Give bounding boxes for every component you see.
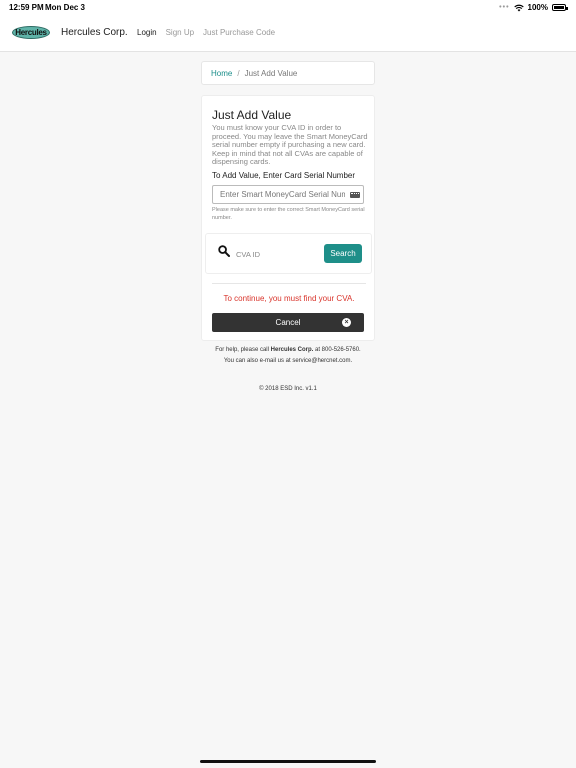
help-suffix: at 800-526-5760. — [315, 347, 361, 353]
nav-just-purchase-code-link[interactable]: Just Purchase Code — [203, 28, 275, 37]
instructions-text: You must know your CVA ID in order to pr… — [212, 123, 368, 167]
help-prefix: For help, please call — [215, 347, 269, 353]
logo-text: Hercules — [15, 28, 47, 37]
help-phone-line: For help, please call Hercules Corp. at … — [0, 345, 576, 356]
breadcrumb-home-link[interactable]: Home — [211, 69, 232, 78]
breadcrumb-separator: / — [237, 69, 240, 78]
status-right: ••• 100% — [499, 3, 568, 12]
serial-number-label: To Add Value, Enter Card Serial Number — [212, 171, 356, 180]
navbar: Hercules Hercules Corp. Login Sign Up Ju… — [0, 14, 576, 52]
just-add-value-card: Just Add Value You must know your CVA ID… — [201, 95, 375, 341]
page-title: Just Add Value — [212, 108, 292, 122]
nav-signup-link[interactable]: Sign Up — [166, 28, 194, 37]
breadcrumb-current: Just Add Value — [244, 69, 298, 78]
serial-number-input[interactable] — [212, 185, 364, 204]
hercules-logo[interactable]: Hercules — [12, 26, 50, 39]
home-indicator[interactable] — [200, 760, 376, 763]
battery-icon — [552, 4, 568, 11]
help-company: Hercules Corp. — [270, 347, 314, 353]
search-button[interactable]: Search — [324, 244, 362, 263]
help-text: For help, please call Hercules Corp. at … — [0, 345, 576, 366]
serial-number-hint: Please make sure to enter the correct Sm… — [212, 207, 365, 221]
status-date: Mon Dec 3 — [45, 3, 86, 12]
cva-id-input[interactable] — [232, 245, 317, 263]
breadcrumb: Home / Just Add Value — [201, 61, 375, 85]
multitasking-dots-icon: ••• — [499, 4, 510, 11]
nav-login-link[interactable]: Login — [137, 28, 157, 37]
wifi-icon — [513, 4, 524, 11]
keyboard-icon — [350, 192, 360, 198]
help-email-line: You can also e-mail us at service@hercne… — [223, 357, 353, 364]
status-bar: 12:59 PM Mon Dec 3 ••• 100% — [0, 0, 576, 14]
close-circle-icon: × — [342, 318, 351, 327]
search-icon — [218, 245, 230, 257]
divider — [212, 283, 366, 284]
nav-links: Login Sign Up Just Purchase Code — [137, 28, 275, 37]
brand-name[interactable]: Hercules Corp. — [61, 27, 128, 38]
battery-percent: 100% — [527, 3, 548, 12]
status-time: 12:59 PM — [9, 3, 44, 12]
find-cva-warning: To continue, you must find your CVA. — [223, 294, 355, 303]
cva-search-panel: Search — [205, 233, 372, 274]
copyright: © 2018 ESD Inc. v1.1 — [259, 386, 317, 392]
